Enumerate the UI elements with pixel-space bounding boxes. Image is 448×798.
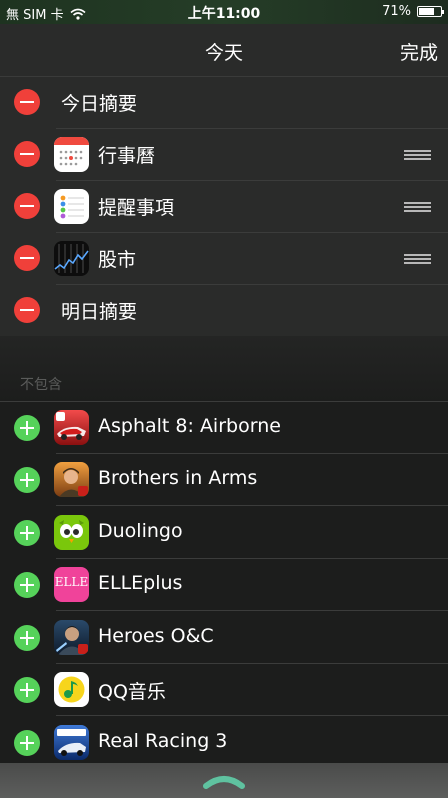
reminders-icon (54, 189, 89, 224)
widget-label: ELLEplus (98, 572, 183, 594)
qq-music-icon (54, 672, 89, 707)
included-row-tomorrow-summary: 明日摘要 (0, 285, 448, 337)
widget-label: Brothers in Arms (98, 467, 258, 489)
widget-label: Real Racing 3 (98, 730, 228, 752)
reorder-handle[interactable] (404, 202, 431, 212)
chevron-up-handle-icon[interactable] (202, 771, 246, 789)
row-divider (56, 610, 448, 611)
widget-label: 今日摘要 (61, 93, 138, 115)
widget-label: 行事曆 (98, 145, 156, 167)
excluded-row-real-racing-3: Real Racing 3 (0, 717, 448, 769)
status-bar: 無 SIM 卡 上午11:00 71% (0, 0, 448, 24)
excluded-section-header: 不包含 (20, 377, 62, 393)
add-button[interactable] (14, 625, 40, 651)
add-button[interactable] (14, 572, 40, 598)
heroes-oc-icon (54, 620, 89, 655)
widget-label: 提醒事項 (98, 197, 175, 219)
remove-button[interactable] (14, 245, 40, 271)
excluded-row-elleplus: ELLE ELLEplus (0, 559, 448, 611)
battery-percent: 71% (382, 4, 411, 19)
remove-button[interactable] (14, 193, 40, 219)
asphalt-8-icon (54, 410, 89, 445)
widget-label: Asphalt 8: Airborne (98, 415, 281, 437)
duolingo-icon (54, 515, 89, 550)
add-button[interactable] (14, 415, 40, 441)
reorder-handle[interactable] (404, 254, 431, 264)
widget-label: 明日摘要 (61, 301, 138, 323)
nav-bar: 今天 完成 (0, 24, 448, 76)
section-gap (0, 336, 448, 402)
excluded-row-heroes-oc: Heroes O&C (0, 612, 448, 664)
widget-label: QQ音乐 (98, 681, 166, 703)
stocks-icon (54, 241, 89, 276)
row-divider (56, 505, 448, 506)
included-row-reminders: 提醒事項 (0, 181, 448, 233)
included-row-calendar: 行事曆 (0, 129, 448, 181)
page-title: 今天 (204, 42, 243, 64)
included-row-stocks: 股市 (0, 233, 448, 285)
excluded-row-duolingo: Duolingo (0, 507, 448, 559)
battery-fill (419, 8, 434, 15)
included-row-today-summary: 今日摘要 (0, 77, 448, 129)
add-button[interactable] (14, 730, 40, 756)
excluded-row-brothers-in-arms: Brothers in Arms (0, 454, 448, 506)
bottom-bar (0, 763, 448, 798)
widget-label: Duolingo (98, 520, 183, 542)
battery-icon (417, 6, 444, 17)
calendar-icon (54, 137, 89, 172)
status-right: 71% (382, 4, 444, 19)
real-racing-3-icon (54, 725, 89, 760)
excluded-widgets-list: Asphalt 8: Airborne Brothers in Arms Duo… (0, 401, 448, 763)
reorder-handle[interactable] (404, 150, 431, 160)
included-widgets-list: 今日摘要 行事曆 提醒事項 股市 明日摘要 (0, 76, 448, 336)
widget-label: 股市 (98, 249, 137, 271)
clock: 上午11:00 (187, 6, 261, 22)
add-button[interactable] (14, 677, 40, 703)
done-button[interactable]: 完成 (400, 38, 438, 65)
elleplus-icon-text: ELLE (54, 575, 89, 589)
row-divider (56, 715, 448, 716)
excluded-row-qq-music: QQ音乐 (0, 664, 448, 716)
remove-button[interactable] (14, 89, 40, 115)
elleplus-icon: ELLE (54, 567, 89, 602)
brothers-in-arms-icon (54, 462, 89, 497)
remove-button[interactable] (14, 141, 40, 167)
add-button[interactable] (14, 520, 40, 546)
add-button[interactable] (14, 467, 40, 493)
remove-button[interactable] (14, 297, 40, 323)
excluded-row-asphalt-8: Asphalt 8: Airborne (0, 402, 448, 454)
widget-label: Heroes O&C (98, 625, 214, 647)
